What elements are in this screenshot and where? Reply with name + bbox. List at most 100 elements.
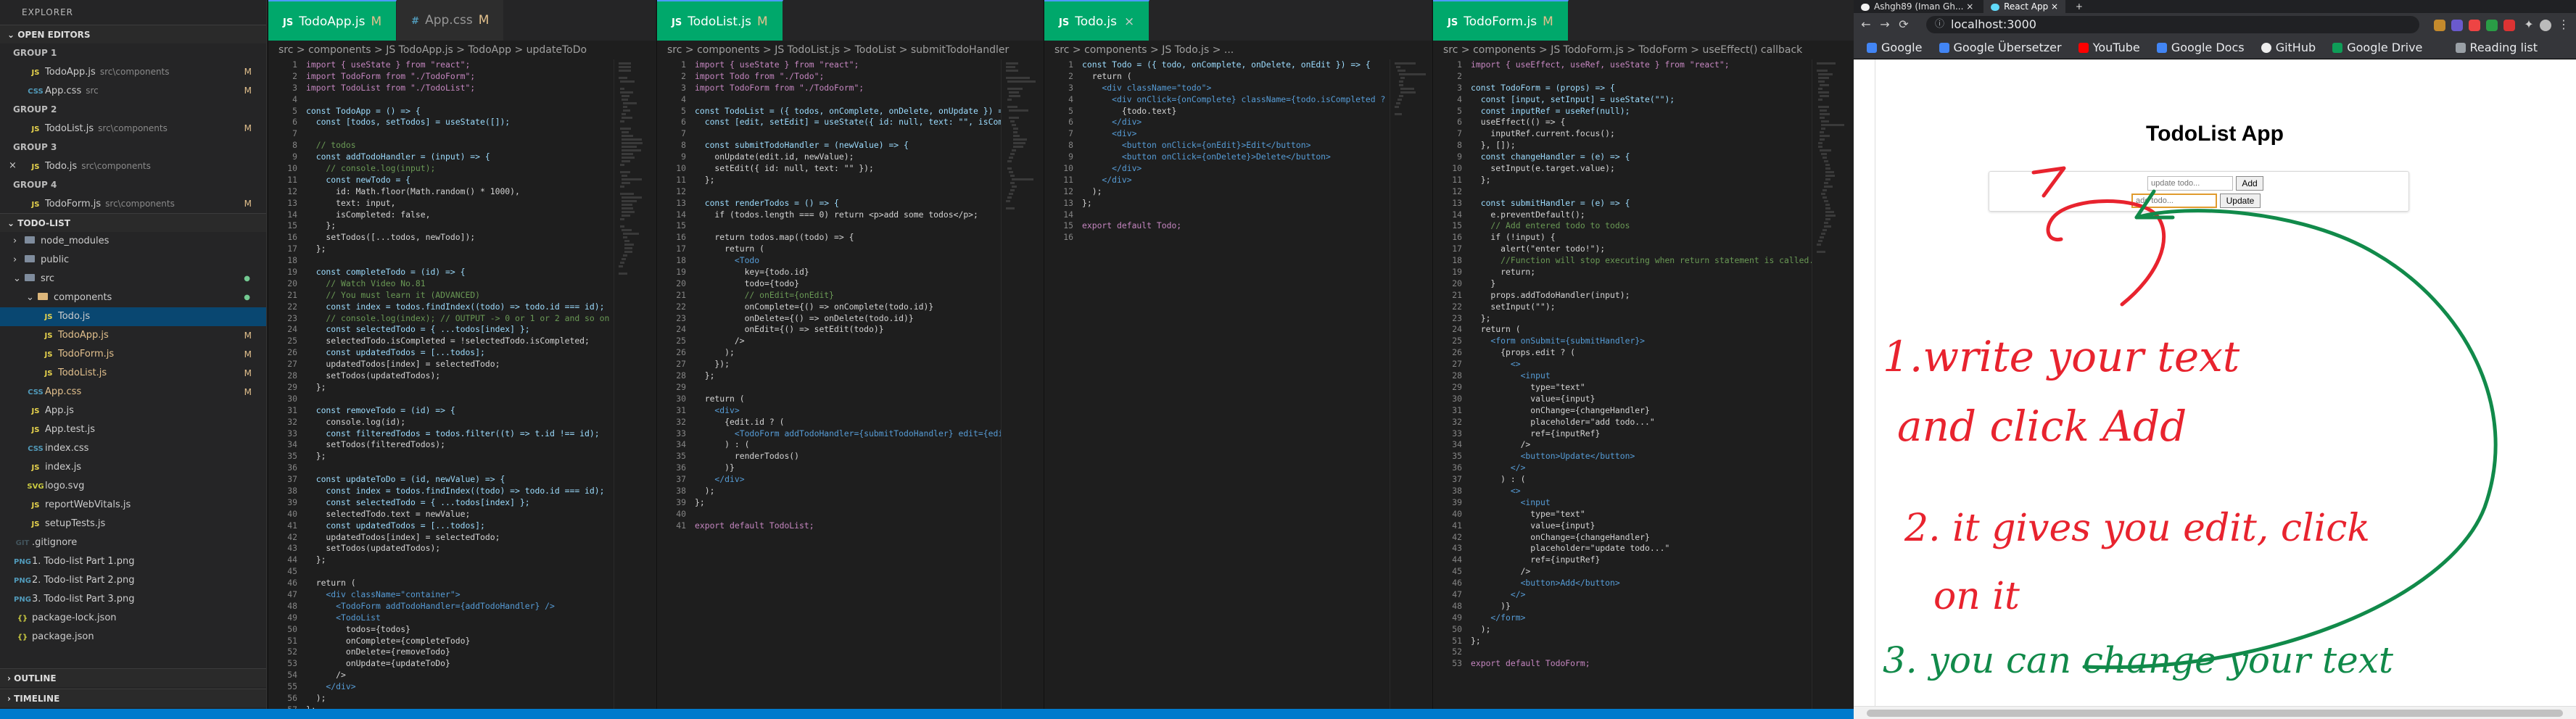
open-editor-item[interactable]: JS Todo.js src\components ×: [0, 157, 266, 175]
code-line: 31 const removeTodo = (id) => {: [268, 405, 656, 417]
file-item[interactable]: JS TodoForm.js M: [0, 345, 266, 364]
code-line: 55 </div>: [268, 681, 656, 693]
file-item[interactable]: JS TodoApp.js M: [0, 326, 266, 345]
file-item[interactable]: JS App.js: [0, 402, 266, 420]
menu-icon[interactable]: ⋮: [2556, 17, 2572, 32]
horizontal-scrollbar[interactable]: [1854, 706, 2576, 719]
line-number: 20: [287, 278, 297, 288]
editor-group-2[interactable]: JS TodoList.js Msrc > components > JS Todo…: [656, 0, 1043, 709]
bookmark-docs[interactable]: Google Docs: [2156, 36, 2245, 59]
extension-icon[interactable]: [2486, 20, 2498, 31]
bookmark-google[interactable]: Google: [1867, 36, 1922, 59]
minimap[interactable]: [1390, 59, 1432, 709]
back-icon[interactable]: ←: [1858, 17, 1874, 32]
timeline-section[interactable]: › TIMELINE: [0, 689, 266, 707]
code-area[interactable]: 1 const Todo = ({ todo, onComplete, onDel…: [1044, 59, 1432, 709]
file-item[interactable]: PNG1. Todo-list Part 1.png: [0, 552, 266, 571]
editor-group-1[interactable]: JS TodoApp.js M # App.css Msrc > components >…: [268, 0, 656, 709]
close-icon[interactable]: ×: [1124, 14, 1134, 29]
file-item[interactable]: JS index.js: [0, 458, 266, 477]
bookmark-github[interactable]: GitHub: [2261, 36, 2316, 59]
minimap-line: [1012, 149, 1016, 151]
file-item[interactable]: SVGlogo.svg: [0, 477, 266, 496]
project-section[interactable]: ⌄ TODO-LIST: [0, 213, 266, 232]
avatar[interactable]: [2540, 20, 2551, 31]
editor-tab[interactable]: JS TodoForm.js M: [1433, 0, 1569, 41]
browser-tab-active[interactable]: React App ×: [1983, 0, 2066, 13]
folder-item[interactable]: ⌄ src ●: [0, 270, 266, 288]
extension-icon[interactable]: [2434, 20, 2445, 31]
minimap-line: [1817, 251, 1825, 253]
file-item[interactable]: {} package.json: [0, 628, 266, 647]
update-button[interactable]: Update: [2220, 194, 2261, 208]
bookmark-drive[interactable]: Google Drive: [2332, 36, 2422, 59]
minimap[interactable]: [1001, 59, 1043, 709]
code-text: const index = todos.findIndex((todo) => …: [306, 301, 605, 312]
editor-tab[interactable]: JS Todo.js ×: [1044, 0, 1150, 41]
minimap-line: [624, 240, 629, 242]
minimap[interactable]: [614, 59, 656, 709]
code-area[interactable]: 1 import { useState } from "react"; 2 impor…: [268, 59, 656, 709]
minimap[interactable]: [1812, 59, 1854, 709]
line-number: 1: [681, 59, 686, 70]
address-bar[interactable]: ⓘ localhost:3000: [1926, 16, 2419, 33]
editor-group-4[interactable]: JS TodoForm.js Msrc > components > JS Todo…: [1432, 0, 1854, 709]
open-editor-item[interactable]: JS TodoApp.js src\components M: [0, 62, 266, 81]
line-number: 38: [676, 485, 686, 496]
line-number: 4: [681, 93, 686, 104]
browser-tab[interactable]: Ashgh89 (Iman Gh... ×: [1854, 0, 1981, 13]
line-number: 6: [292, 117, 297, 128]
add-todo-input[interactable]: [2131, 194, 2217, 208]
code-text: type="text": [1471, 508, 1585, 519]
css-file-icon: CSS: [28, 445, 44, 453]
reload-icon[interactable]: ⟳: [1896, 17, 1912, 32]
code-text: <button onClick={onDelete}>Delete</butto…: [1082, 151, 1331, 162]
minimap-line: [1824, 186, 1833, 188]
close-icon[interactable]: ×: [9, 157, 17, 175]
code-line: 14 if (todos.length === 0) return <p>add…: [657, 209, 1043, 221]
file-item[interactable]: CSS index.css: [0, 439, 266, 458]
editor-tab[interactable]: # App.css M: [397, 0, 505, 41]
extension-icon[interactable]: [2503, 20, 2515, 31]
file-item[interactable]: JS TodoList.js M: [0, 364, 266, 383]
minimap-line: [622, 215, 630, 217]
file-name: 3. Todo-list Part 3.png: [32, 594, 135, 604]
new-tab-button[interactable]: +: [2068, 0, 2090, 13]
folder-item[interactable]: ⌄ components ●: [0, 288, 266, 307]
file-item[interactable]: PNG2. Todo-list Part 2.png: [0, 571, 266, 590]
file-item[interactable]: {} package-lock.json: [0, 609, 266, 628]
scrollbar-thumb[interactable]: [1867, 710, 2563, 717]
update-todo-input[interactable]: [2147, 176, 2233, 191]
line-number: 33: [676, 428, 686, 439]
extension-icon[interactable]: [2451, 20, 2463, 31]
code-area[interactable]: 1 import { useEffect, useRef, useState } …: [1433, 59, 1854, 709]
file-item[interactable]: PNG3. Todo-list Part 3.png: [0, 590, 266, 609]
open-editors-section[interactable]: ⌄ OPEN EDITORS: [0, 25, 266, 43]
file-item[interactable]: JS setupTests.js: [0, 515, 266, 533]
file-item[interactable]: JS reportWebVitals.js: [0, 496, 266, 515]
forward-icon[interactable]: →: [1877, 17, 1893, 32]
file-item[interactable]: JS Todo.js: [0, 307, 266, 326]
add-button[interactable]: Add: [2236, 176, 2263, 191]
bookmark-translate[interactable]: Google Übersetzer: [1939, 36, 2062, 59]
bookmark-reading-list[interactable]: Reading list: [2455, 36, 2538, 59]
folder-item[interactable]: › public: [0, 251, 266, 270]
puzzle-icon[interactable]: ✦: [2521, 17, 2537, 32]
code-line: 10 setInput(e.target.value);: [1433, 163, 1854, 175]
open-editor-item[interactable]: JS TodoForm.js src\components M: [0, 194, 266, 213]
file-item[interactable]: GIT .gitignore: [0, 533, 266, 552]
folder-item[interactable]: › node_modules: [0, 232, 266, 251]
editor-group-3[interactable]: JS Todo.js × src > components > JS Todo.js …: [1044, 0, 1432, 709]
file-item[interactable]: CSS App.css M: [0, 383, 266, 402]
outline-section[interactable]: › OUTLINE: [0, 668, 266, 687]
open-editor-item[interactable]: CSS App.css src M: [0, 81, 266, 100]
open-editor-item[interactable]: JS TodoList.js src\components M: [0, 119, 266, 138]
bookmark-youtube[interactable]: YouTube: [2078, 36, 2140, 59]
minimap-line: [619, 62, 631, 65]
extension-icon[interactable]: [2469, 20, 2480, 31]
code-text: //Function will stop executing when retu…: [1471, 255, 1815, 266]
file-item[interactable]: JS App.test.js: [0, 420, 266, 439]
code-area[interactable]: 1 import { useState } from "react"; 2 impor…: [657, 59, 1043, 709]
editor-tab[interactable]: JS TodoList.js M: [657, 0, 783, 41]
editor-tab[interactable]: JS TodoApp.js M: [268, 0, 397, 41]
